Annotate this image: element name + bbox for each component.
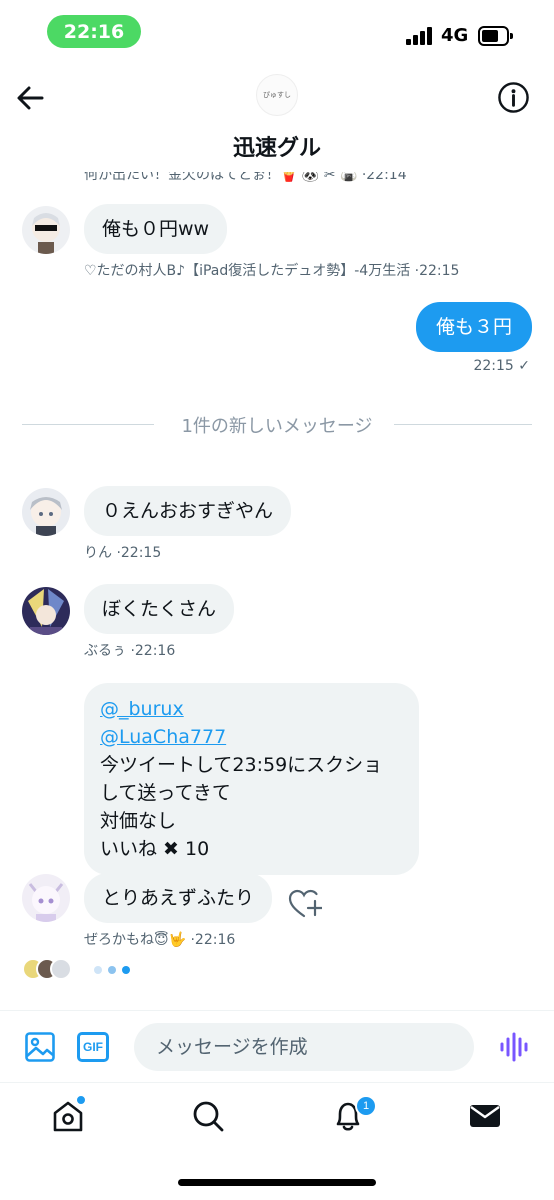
back-arrow-icon[interactable] — [14, 82, 46, 114]
mention-link[interactable]: @LuaCha777 — [100, 723, 403, 751]
own-message-bubble[interactable]: 俺も３円 — [415, 302, 532, 352]
unread-dot — [76, 1095, 86, 1105]
avatar[interactable] — [22, 488, 70, 536]
image-icon[interactable] — [24, 1031, 56, 1063]
notification-badge: 1 — [355, 1095, 377, 1117]
message-meta: ぶるぅ ·22:16 — [84, 643, 176, 659]
info-icon[interactable] — [497, 81, 530, 114]
message-meta: 何か出たい！金欠のはてとぉ！🍟 🐼 ✂ 🍙 ·22:14 — [84, 172, 407, 183]
avatar[interactable] — [22, 587, 70, 635]
group-avatar-label: ぴゅすし — [263, 91, 291, 99]
divider-label: 1件の新しいメッセージ — [181, 416, 373, 437]
avatar[interactable] — [22, 206, 70, 254]
avatar[interactable] — [22, 874, 70, 922]
message-meta: ♡ただの村人B♪【iPad復活したデュオ勢】-4万生活 ·22:15 — [84, 263, 460, 279]
message-bubble[interactable]: とりあえずふたり — [84, 873, 273, 923]
messages-icon[interactable] — [468, 1099, 502, 1133]
message-composer: GIF — [0, 1010, 554, 1082]
message-list[interactable]: 何か出たい！金欠のはてとぉ！🍟 🐼 ✂ 🍙 ·22:14 俺も０円ww ♡ただの… — [0, 172, 554, 1010]
avatar — [50, 958, 72, 980]
voice-message-icon[interactable] — [499, 1031, 529, 1063]
message-bubble[interactable]: ０えんおおすぎやん — [84, 486, 292, 536]
gif-icon[interactable]: GIF — [77, 1032, 109, 1062]
typing-dot — [122, 966, 130, 974]
message-bubble[interactable]: 俺も０円ww — [84, 204, 228, 254]
message-line: いいね ✖ 10 — [100, 838, 210, 860]
bottom-tab-bar: 1 — [0, 1082, 554, 1200]
new-messages-divider: 1件の新しいメッセージ — [22, 410, 532, 438]
typing-dot — [94, 966, 102, 974]
message-line: 対価なし — [100, 810, 177, 832]
home-indicator[interactable] — [178, 1179, 376, 1186]
signal-icon — [406, 27, 436, 45]
message-line: して送ってきて — [100, 782, 231, 804]
message-meta: りん ·22:15 — [84, 545, 162, 561]
message-input[interactable] — [134, 1023, 474, 1071]
typing-indicator — [22, 958, 142, 982]
network-label: 4G — [441, 25, 469, 46]
typing-dot — [108, 966, 116, 974]
group-title[interactable]: 迅速グル — [0, 130, 554, 162]
conversation-header: ぴゅすし 迅速グル — [0, 66, 554, 172]
message-bubble[interactable]: ぼくたくさん — [84, 584, 235, 634]
message-meta: ぜろかもね😇🤟 ·22:16 — [84, 932, 236, 948]
message-meta: 22:15 ✓ — [473, 358, 530, 374]
battery-icon — [478, 26, 513, 46]
group-avatar[interactable]: ぴゅすし — [256, 74, 298, 116]
message-bubble[interactable]: @_burux @LuaCha777 今ツイートして23:59にスクショ して送… — [84, 683, 419, 875]
message-line: 今ツイートして23:59にスクショ — [100, 754, 383, 776]
mention-link[interactable]: @_burux — [100, 695, 403, 723]
search-icon[interactable] — [191, 1099, 225, 1133]
add-reaction-icon[interactable] — [288, 888, 322, 920]
status-time: 22:16 — [47, 15, 141, 48]
status-bar: 22:16 4G — [0, 0, 554, 66]
